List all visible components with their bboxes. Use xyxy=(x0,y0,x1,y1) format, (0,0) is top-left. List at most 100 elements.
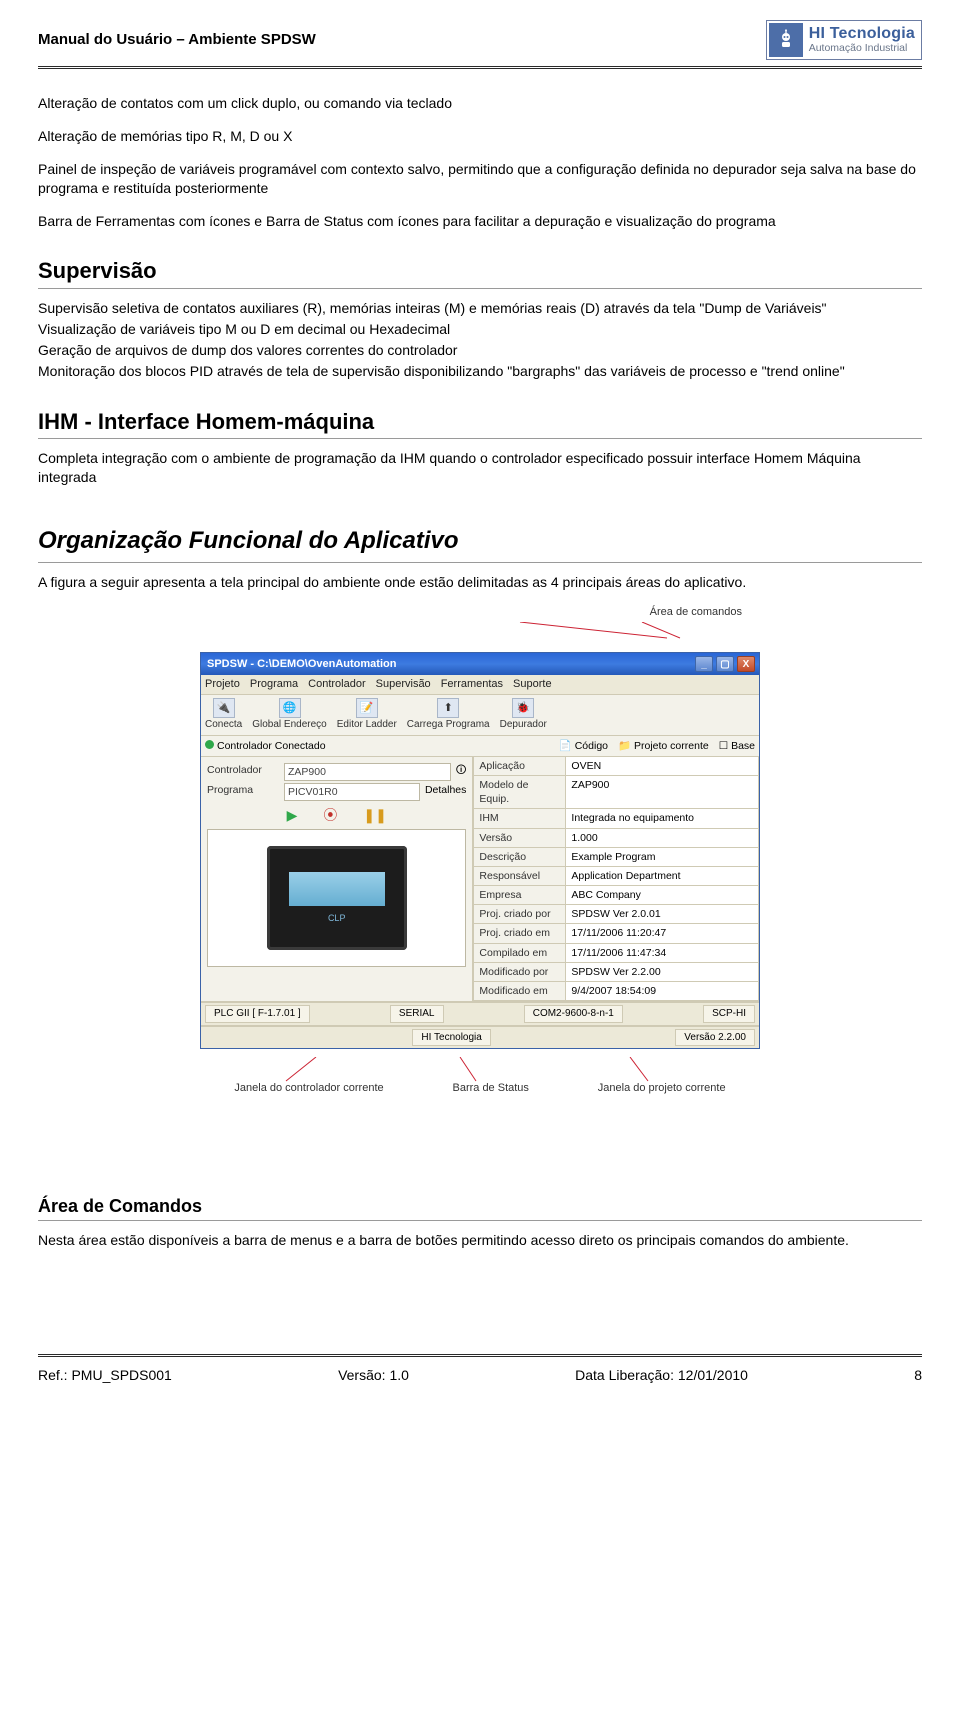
app-footer-2: x HI Tecnologia Versão 2.2.00 xyxy=(201,1025,759,1049)
menu-ferramentas[interactable]: Ferramentas xyxy=(441,677,503,692)
lbl-controlador: Controlador xyxy=(207,763,279,781)
serial-cell: SERIAL xyxy=(390,1005,444,1023)
toolbar-icon: 🔌 xyxy=(213,698,235,718)
menu-supervisao[interactable]: Supervisão xyxy=(376,677,431,692)
footer-data: Data Liberação: 12/01/2010 xyxy=(575,1366,748,1385)
controller-icon[interactable]: 🛈 xyxy=(456,763,467,781)
detail-val-5: Application Department xyxy=(566,867,759,886)
brand-logo: HI Tecnologia Automação Industrial xyxy=(766,20,922,60)
record-icon[interactable]: ⦿ xyxy=(323,806,337,825)
toolbar-icon: ⬆ xyxy=(437,698,459,718)
play-icon[interactable]: ▶ xyxy=(287,806,298,825)
detail-key-10: Modificado por xyxy=(474,963,566,982)
btn-codigo[interactable]: Código xyxy=(575,740,608,752)
detalhes-button[interactable]: Detalhes xyxy=(425,783,466,801)
brand-sub: Automação Industrial xyxy=(809,43,915,54)
toolbar-btn-1[interactable]: 🌐Global Endereço xyxy=(252,698,327,732)
window-title: SPDSW - C:\DEMO\OvenAutomation xyxy=(207,657,396,672)
maximize-button[interactable]: ▢ xyxy=(716,656,734,672)
detail-key-4: Descrição xyxy=(474,848,566,867)
detail-val-9: 17/11/2006 11:47:34 xyxy=(566,944,759,963)
val-controlador: ZAP900 xyxy=(284,763,451,781)
detail-key-3: Versão xyxy=(474,829,566,848)
detail-key-11: Modificado em xyxy=(474,982,566,1001)
detail-val-2: Integrada no equipamento xyxy=(566,809,759,828)
detail-val-8: 17/11/2006 11:20:47 xyxy=(566,924,759,943)
brand-name: HI Tecnologia xyxy=(809,26,915,43)
detail-val-10: SPDSW Ver 2.2.00 xyxy=(566,963,759,982)
toolbar-icon: 🌐 xyxy=(279,698,301,718)
callout-top-line xyxy=(200,622,760,640)
com-cell: COM2-9600-8-n-1 xyxy=(524,1005,623,1023)
detail-key-0: Aplicação xyxy=(474,757,566,776)
supervisao-p1: Supervisão seletiva de contatos auxiliar… xyxy=(38,299,922,318)
detail-key-7: Proj. criado por xyxy=(474,905,566,924)
menu-programa[interactable]: Programa xyxy=(250,677,298,692)
btn-base[interactable]: Base xyxy=(731,740,755,752)
callout-bottom-2: Barra de Status xyxy=(452,1081,528,1096)
menu-controlador[interactable]: Controlador xyxy=(308,677,365,692)
robot-icon xyxy=(769,23,803,57)
toolbar-btn-0[interactable]: 🔌Conecta xyxy=(205,698,242,732)
hi-cell: HI Tecnologia xyxy=(412,1029,490,1047)
toolbar: 🔌Conecta 🌐Global Endereço 📝Editor Ladder ⬆C… xyxy=(201,695,759,736)
page-header: Manual do Usuário – Ambiente SPDSW HI Te… xyxy=(38,20,922,64)
toolbar-label: Carrega Programa xyxy=(407,718,490,732)
detail-key-2: IHM xyxy=(474,809,566,828)
detail-val-1: ZAP900 xyxy=(566,776,759,809)
detail-key-1: Modelo de Equip. xyxy=(474,776,566,809)
supervisao-p3: Geração de arquivos de dump dos valores … xyxy=(38,341,922,360)
footer-ref: Ref.: PMU_SPDS001 xyxy=(38,1366,172,1385)
detail-val-4: Example Program xyxy=(566,848,759,867)
org-heading: Organização Funcional do Aplicativo xyxy=(38,525,922,557)
plc-cell: PLC GII [ F-1.7.01 ] xyxy=(205,1005,310,1023)
detail-val-3: 1.000 xyxy=(566,829,759,848)
intro-p4: Barra de Ferramentas com ícones e Barra … xyxy=(38,212,922,231)
toolbar-btn-4[interactable]: 🐞Depurador xyxy=(500,698,547,732)
supervisao-p2: Visualização de variáveis tipo M ou D em… xyxy=(38,320,922,339)
comandos-heading: Área de Comandos xyxy=(38,1194,922,1218)
org-rule xyxy=(38,562,922,563)
toolbar-icon: 🐞 xyxy=(512,698,534,718)
toolbar-btn-2[interactable]: 📝Editor Ladder xyxy=(337,698,397,732)
supervisao-heading: Supervisão xyxy=(38,256,922,286)
titlebar[interactable]: SPDSW - C:\DEMO\OvenAutomation _ ▢ X xyxy=(201,653,759,675)
app-footer-1: PLC GII [ F-1.7.01 ] SERIAL COM2-9600-8-… xyxy=(201,1001,759,1025)
menu-projeto[interactable]: Projeto xyxy=(205,677,240,692)
detail-key-5: Responsável xyxy=(474,867,566,886)
connected-dot-icon xyxy=(205,740,214,749)
btn-projeto-corrente[interactable]: Projeto corrente xyxy=(634,740,709,752)
lbl-programa: Programa xyxy=(207,783,279,801)
callout-bottom-3: Janela do projeto corrente xyxy=(598,1081,726,1096)
pause-icon[interactable]: ❚❚ xyxy=(363,806,386,825)
page-footer: Ref.: PMU_SPDS001 Versão: 1.0 Data Liber… xyxy=(0,1344,960,1385)
controller-image: CLP xyxy=(207,829,466,967)
toolbar-btn-3[interactable]: ⬆Carrega Programa xyxy=(407,698,490,732)
comandos-rule xyxy=(38,1220,922,1221)
supervisao-p4: Monitoração dos blocos PID através de te… xyxy=(38,362,922,381)
header-rule xyxy=(38,66,922,72)
detail-key-9: Compilado em xyxy=(474,944,566,963)
close-button[interactable]: X xyxy=(737,656,755,672)
intro-p3: Painel de inspeção de variáveis programá… xyxy=(38,160,922,198)
ihm-heading: IHM - Interface Homem-máquina xyxy=(38,407,922,437)
callout-top-label: Área de comandos xyxy=(38,605,922,620)
minimize-button[interactable]: _ xyxy=(695,656,713,672)
spdsw-window: SPDSW - C:\DEMO\OvenAutomation _ ▢ X Pro… xyxy=(200,652,760,1049)
detail-val-11: 9/4/2007 18:54:09 xyxy=(566,982,759,1001)
org-p1: A figura a seguir apresenta a tela princ… xyxy=(38,573,922,592)
intro-p1: Alteração de contatos com um click duplo… xyxy=(38,94,922,113)
intro-p2: Alteração de memórias tipo R, M, D ou X xyxy=(38,127,922,146)
footer-page: 8 xyxy=(914,1366,922,1385)
footer-versao: Versão: 1.0 xyxy=(338,1366,409,1385)
toolbar-label: Depurador xyxy=(500,718,547,732)
menu-suporte[interactable]: Suporte xyxy=(513,677,552,692)
detail-val-6: ABC Company xyxy=(566,886,759,905)
callout-bottom-1: Janela do controlador corrente xyxy=(234,1081,383,1096)
left-pane: Controlador ZAP900 🛈 Programa PICV01R0 D… xyxy=(201,757,474,1001)
menubar: Projeto Programa Controlador Supervisão … xyxy=(201,675,759,695)
toolbar-label: Global Endereço xyxy=(252,718,327,732)
detail-key-8: Proj. criado em xyxy=(474,924,566,943)
detail-val-7: SPDSW Ver 2.0.01 xyxy=(566,905,759,924)
val-programa: PICV01R0 xyxy=(284,783,420,801)
